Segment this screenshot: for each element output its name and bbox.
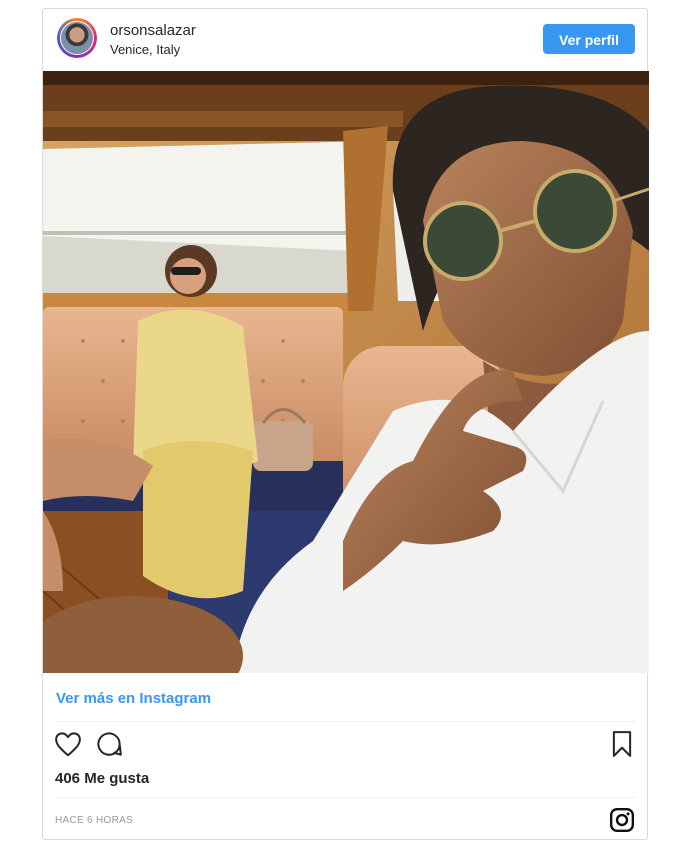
divider — [56, 721, 636, 722]
username[interactable]: orsonsalazar — [110, 22, 196, 39]
heart-icon[interactable] — [53, 729, 85, 761]
instagram-embed-card: orsonsalazar Venice, Italy Ver perfil Ve… — [42, 8, 649, 840]
avatar[interactable] — [57, 18, 97, 58]
post-timestamp[interactable]: HACE 6 HORAS — [55, 815, 133, 826]
view-more-on-instagram-link[interactable]: Ver más en Instagram — [56, 690, 211, 707]
action-bar — [53, 729, 639, 763]
avatar-image — [60, 21, 94, 55]
bookmark-icon[interactable] — [607, 729, 639, 761]
comment-icon[interactable] — [94, 729, 126, 761]
view-profile-button[interactable]: Ver perfil — [543, 24, 635, 54]
post-photo[interactable] — [43, 71, 649, 673]
like-count[interactable]: 406 Me gusta — [55, 770, 149, 787]
post-header: orsonsalazar Venice, Italy Ver perfil — [43, 9, 647, 71]
photo-illustration — [43, 71, 649, 673]
location[interactable]: Venice, Italy — [110, 42, 180, 57]
instagram-icon[interactable] — [609, 807, 635, 833]
divider — [56, 797, 636, 798]
